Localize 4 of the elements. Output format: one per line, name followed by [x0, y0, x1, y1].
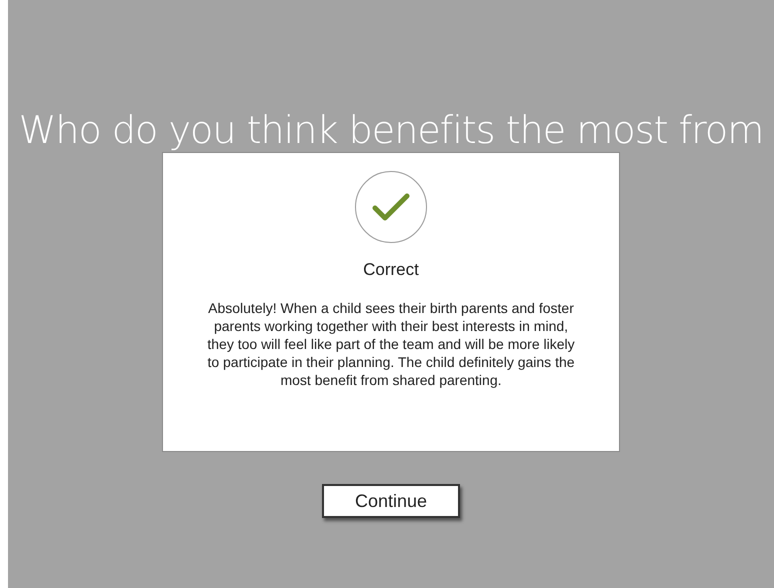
question-heading: Who do you think benefits the most from — [18, 110, 764, 150]
feedback-title: Correct — [363, 259, 419, 281]
feedback-message: Absolutely! When a child sees their birth parents and foster parents working together with their best interests in mind, they too will feel like part of the team and will be more likely to participate in their planning. The child definitely gains the most benefit from shared parenting. — [206, 298, 576, 388]
continue-button[interactable]: Continue — [322, 484, 460, 518]
